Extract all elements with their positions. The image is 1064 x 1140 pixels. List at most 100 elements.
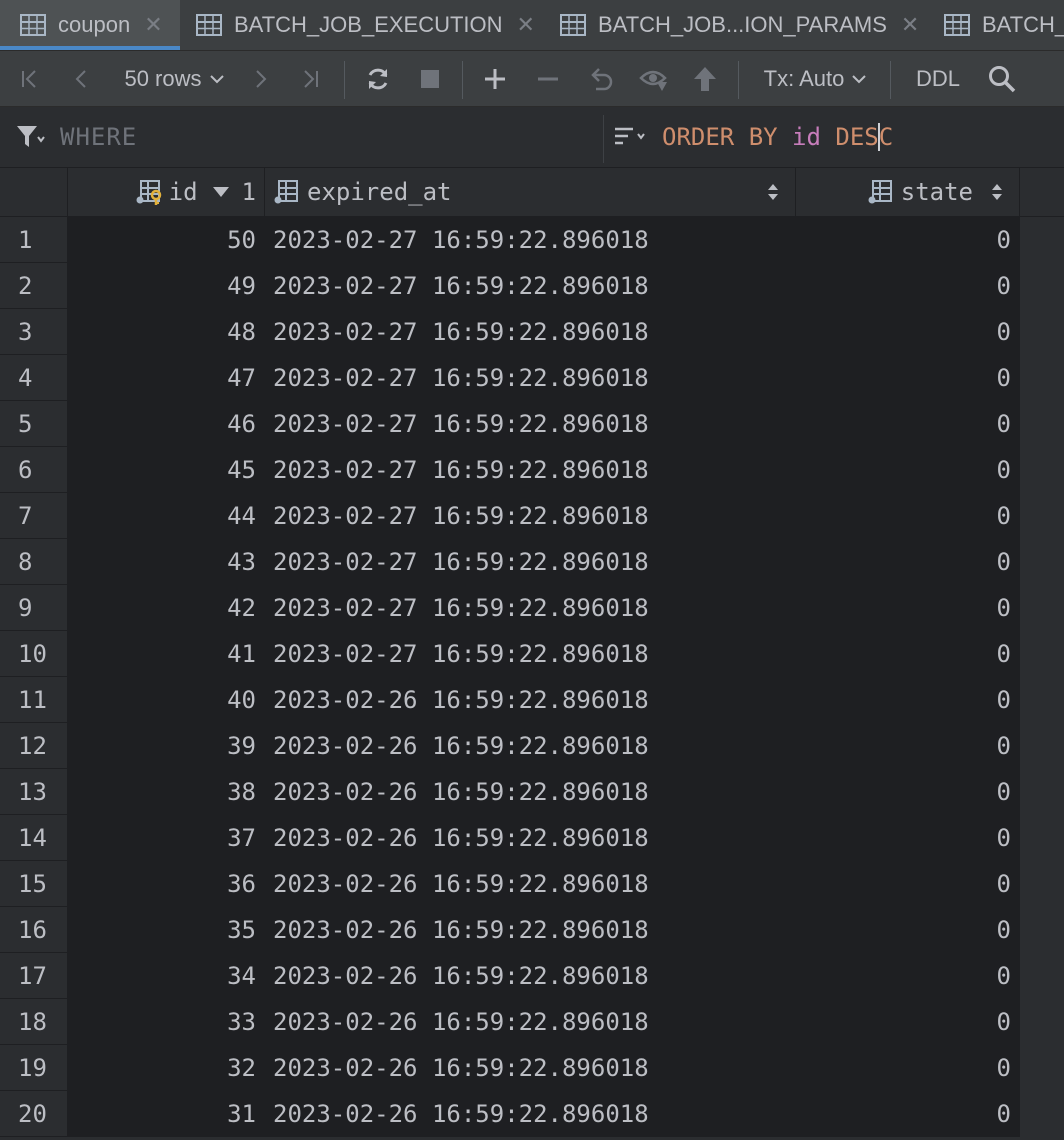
- row-number[interactable]: 5: [0, 401, 68, 447]
- cell-expired-at[interactable]: 2023-02-27 16:59:22.896018: [265, 585, 796, 631]
- cell-id[interactable]: 36: [68, 861, 265, 907]
- refresh-icon[interactable]: [360, 51, 396, 106]
- cell-id[interactable]: 48: [68, 309, 265, 355]
- last-page-icon[interactable]: [294, 51, 326, 106]
- table-row[interactable]: 16 35 2023-02-26 16:59:22.896018 0: [0, 907, 1064, 953]
- search-icon[interactable]: [984, 51, 1020, 106]
- table-row[interactable]: 6 45 2023-02-27 16:59:22.896018 0: [0, 447, 1064, 493]
- row-number[interactable]: 4: [0, 355, 68, 401]
- close-icon[interactable]: ✕: [144, 12, 162, 38]
- table-row[interactable]: 20 31 2023-02-26 16:59:22.896018 0: [0, 1091, 1064, 1137]
- row-number[interactable]: 15: [0, 861, 68, 907]
- cell-id[interactable]: 49: [68, 263, 265, 309]
- cell-state[interactable]: 0: [796, 539, 1020, 585]
- table-row[interactable]: 19 32 2023-02-26 16:59:22.896018 0: [0, 1045, 1064, 1091]
- cell-state[interactable]: 0: [796, 585, 1020, 631]
- table-row[interactable]: 7 44 2023-02-27 16:59:22.896018 0: [0, 493, 1064, 539]
- table-row[interactable]: 3 48 2023-02-27 16:59:22.896018 0: [0, 309, 1064, 355]
- row-number[interactable]: 11: [0, 677, 68, 723]
- row-number[interactable]: 13: [0, 769, 68, 815]
- next-page-icon[interactable]: [244, 51, 276, 106]
- table-row[interactable]: 14 37 2023-02-26 16:59:22.896018 0: [0, 815, 1064, 861]
- row-number[interactable]: 1: [0, 217, 68, 263]
- cell-id[interactable]: 50: [68, 217, 265, 263]
- table-row[interactable]: 10 41 2023-02-27 16:59:22.896018 0: [0, 631, 1064, 677]
- cell-expired-at[interactable]: 2023-02-26 16:59:22.896018: [265, 769, 796, 815]
- cell-id[interactable]: 31: [68, 1091, 265, 1137]
- close-icon[interactable]: ✕: [901, 12, 919, 38]
- cell-state[interactable]: 0: [796, 493, 1020, 539]
- table-row[interactable]: 2 49 2023-02-27 16:59:22.896018 0: [0, 263, 1064, 309]
- where-filter-field[interactable]: WHERE: [16, 107, 137, 167]
- cell-expired-at[interactable]: 2023-02-26 16:59:22.896018: [265, 953, 796, 999]
- cell-state[interactable]: 0: [796, 723, 1020, 769]
- first-page-icon[interactable]: [14, 51, 46, 106]
- column-header-state[interactable]: state: [796, 168, 1020, 216]
- table-row[interactable]: 17 34 2023-02-26 16:59:22.896018 0: [0, 953, 1064, 999]
- cell-id[interactable]: 46: [68, 401, 265, 447]
- sort-toggle-icon[interactable]: [767, 183, 779, 201]
- table-row[interactable]: 9 42 2023-02-27 16:59:22.896018 0: [0, 585, 1064, 631]
- table-row[interactable]: 12 39 2023-02-26 16:59:22.896018 0: [0, 723, 1064, 769]
- cell-state[interactable]: 0: [796, 355, 1020, 401]
- cell-state[interactable]: 0: [796, 401, 1020, 447]
- row-number[interactable]: 9: [0, 585, 68, 631]
- cell-expired-at[interactable]: 2023-02-26 16:59:22.896018: [265, 1045, 796, 1091]
- row-number[interactable]: 3: [0, 309, 68, 355]
- tab-batch-overflow[interactable]: BATCH_...: [944, 0, 1064, 50]
- cell-state[interactable]: 0: [796, 999, 1020, 1045]
- cell-expired-at[interactable]: 2023-02-27 16:59:22.896018: [265, 355, 796, 401]
- table-row[interactable]: 18 33 2023-02-26 16:59:22.896018 0: [0, 999, 1064, 1045]
- cell-expired-at[interactable]: 2023-02-26 16:59:22.896018: [265, 815, 796, 861]
- row-number[interactable]: 6: [0, 447, 68, 493]
- row-number-header[interactable]: [0, 168, 68, 216]
- cell-id[interactable]: 38: [68, 769, 265, 815]
- order-by-field[interactable]: ORDER BY id DES C: [614, 107, 893, 167]
- row-number[interactable]: 14: [0, 815, 68, 861]
- cell-expired-at[interactable]: 2023-02-27 16:59:22.896018: [265, 631, 796, 677]
- cell-state[interactable]: 0: [796, 263, 1020, 309]
- cell-expired-at[interactable]: 2023-02-27 16:59:22.896018: [265, 217, 796, 263]
- cell-expired-at[interactable]: 2023-02-26 16:59:22.896018: [265, 999, 796, 1045]
- row-number[interactable]: 12: [0, 723, 68, 769]
- cell-expired-at[interactable]: 2023-02-26 16:59:22.896018: [265, 861, 796, 907]
- cell-state[interactable]: 0: [796, 907, 1020, 953]
- cell-state[interactable]: 0: [796, 1091, 1020, 1137]
- cell-id[interactable]: 39: [68, 723, 265, 769]
- column-header-id[interactable]: id 1: [68, 168, 265, 216]
- column-header-expired-at[interactable]: expired_at: [265, 168, 796, 216]
- tab-coupon[interactable]: coupon ✕: [0, 0, 180, 50]
- cell-expired-at[interactable]: 2023-02-26 16:59:22.896018: [265, 677, 796, 723]
- row-number[interactable]: 7: [0, 493, 68, 539]
- cell-expired-at[interactable]: 2023-02-26 16:59:22.896018: [265, 1091, 796, 1137]
- stop-icon[interactable]: [414, 51, 446, 106]
- cell-state[interactable]: 0: [796, 769, 1020, 815]
- revert-icon[interactable]: [584, 51, 618, 106]
- cell-state[interactable]: 0: [796, 309, 1020, 355]
- table-row[interactable]: 1 50 2023-02-27 16:59:22.896018 0: [0, 217, 1064, 263]
- delete-row-icon[interactable]: [532, 51, 564, 106]
- cell-id[interactable]: 43: [68, 539, 265, 585]
- row-number[interactable]: 8: [0, 539, 68, 585]
- cell-expired-at[interactable]: 2023-02-27 16:59:22.896018: [265, 401, 796, 447]
- table-row[interactable]: 15 36 2023-02-26 16:59:22.896018 0: [0, 861, 1064, 907]
- cell-expired-at[interactable]: 2023-02-27 16:59:22.896018: [265, 493, 796, 539]
- cell-id[interactable]: 33: [68, 999, 265, 1045]
- cell-state[interactable]: 0: [796, 953, 1020, 999]
- preview-changes-icon[interactable]: [636, 51, 672, 106]
- row-number[interactable]: 2: [0, 263, 68, 309]
- cell-expired-at[interactable]: 2023-02-27 16:59:22.896018: [265, 263, 796, 309]
- page-size-dropdown[interactable]: 50 rows: [118, 51, 230, 106]
- table-row[interactable]: 11 40 2023-02-26 16:59:22.896018 0: [0, 677, 1064, 723]
- add-row-icon[interactable]: [478, 51, 512, 106]
- cell-state[interactable]: 0: [796, 631, 1020, 677]
- cell-state[interactable]: 0: [796, 861, 1020, 907]
- cell-id[interactable]: 32: [68, 1045, 265, 1091]
- cell-state[interactable]: 0: [796, 447, 1020, 493]
- tab-batch-job-execution-params[interactable]: BATCH_JOB...ION_PARAMS ✕: [560, 0, 919, 50]
- cell-id[interactable]: 45: [68, 447, 265, 493]
- table-row[interactable]: 4 47 2023-02-27 16:59:22.896018 0: [0, 355, 1064, 401]
- sort-toggle-icon[interactable]: [991, 183, 1003, 201]
- cell-id[interactable]: 37: [68, 815, 265, 861]
- cell-id[interactable]: 35: [68, 907, 265, 953]
